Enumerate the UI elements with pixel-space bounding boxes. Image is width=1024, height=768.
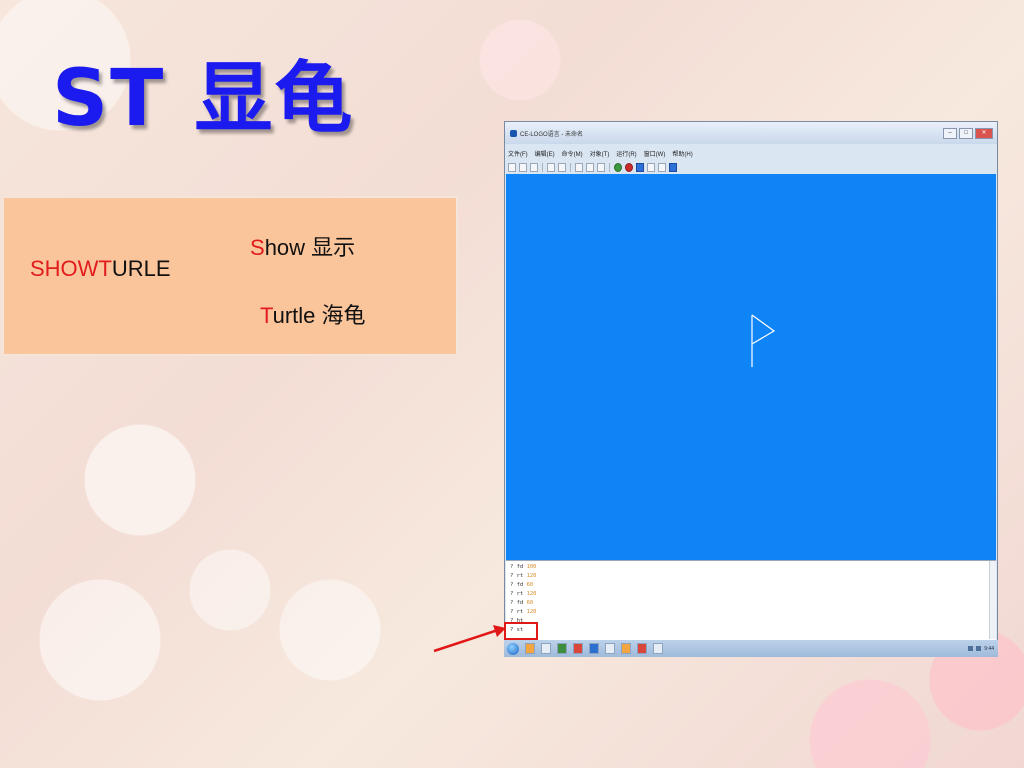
app-icon[interactable]	[541, 643, 551, 654]
command-argument: 120	[526, 591, 537, 597]
app-logo-icon	[510, 129, 517, 137]
app-icon[interactable]	[605, 643, 615, 654]
window-titlebar[interactable]: CE-LOGO语言 - 未命名 – □ ✕	[505, 122, 997, 144]
prompt-symbol: ?	[510, 600, 514, 606]
browser-icon[interactable]	[557, 643, 567, 654]
undo-icon[interactable]	[547, 162, 555, 172]
command-line: ? rt 120	[510, 609, 537, 615]
command-panel[interactable]: ? fd 100 ? rt 120 ? fd 60 ? rt 120 ? fd …	[506, 560, 996, 641]
run-icon[interactable]	[614, 162, 622, 172]
window-controls: – □ ✕	[943, 127, 993, 139]
toolbar-divider	[542, 162, 543, 172]
command-argument: 60	[526, 600, 534, 606]
explanation-box: Show 显示 SHOWTURLE Turtle 海龟	[2, 196, 458, 356]
toolbar-divider	[570, 162, 571, 172]
show-initial: S	[250, 235, 265, 260]
command-argument: 100	[526, 564, 537, 570]
menu-command[interactable]: 命令(M)	[562, 149, 583, 158]
prompt-symbol: ?	[510, 564, 514, 570]
command-name: SHOWTURLE	[30, 256, 171, 282]
toolbar-divider	[609, 162, 610, 172]
maximize-button[interactable]: □	[959, 127, 973, 139]
logo-app-window: CE-LOGO语言 - 未命名 – □ ✕ 文件(F) 编辑(E) 命令(M) …	[504, 121, 998, 657]
help-icon[interactable]	[669, 162, 677, 172]
menu-bar: 文件(F) 编辑(E) 命令(M) 对象(T) 运行(R) 窗口(W) 帮助(H…	[505, 149, 997, 158]
command-keyword: fd	[516, 582, 524, 588]
cut-icon[interactable]	[575, 162, 583, 172]
command-keyword: fd	[516, 600, 524, 606]
command-part-2: T	[98, 256, 112, 281]
command-argument: 120	[526, 609, 537, 615]
document-icon[interactable]	[589, 643, 599, 654]
powerpoint-icon[interactable]	[637, 643, 647, 654]
taskbar-clock[interactable]: 9:44	[984, 646, 994, 652]
slide-title: ST 显龟	[52, 54, 355, 144]
turtle-initial: T	[260, 303, 273, 328]
redo-icon[interactable]	[558, 162, 566, 172]
toolbar	[505, 161, 997, 173]
media-icon[interactable]	[573, 643, 583, 654]
command-part-3: URLE	[111, 256, 171, 281]
menu-file[interactable]: 文件(F)	[508, 149, 528, 158]
taskbar: 9:44	[504, 640, 998, 657]
menu-help[interactable]: 帮助(H)	[672, 149, 692, 158]
stop-icon[interactable]	[625, 162, 633, 172]
logo-app-task-icon[interactable]	[653, 643, 663, 654]
command-keyword: rt	[516, 609, 524, 615]
turtle-flag-drawing	[751, 314, 776, 367]
command-keyword: rt	[516, 573, 524, 579]
command-scrollbar[interactable]	[989, 561, 996, 639]
turtle-definition: Turtle 海龟	[260, 298, 366, 330]
command-argument: 60	[526, 582, 534, 588]
color-icon[interactable]	[647, 162, 655, 172]
close-button[interactable]: ✕	[975, 127, 993, 139]
volume-icon[interactable]	[976, 646, 982, 651]
pen-icon[interactable]	[636, 162, 644, 172]
command-keyword: fd	[516, 564, 524, 570]
show-definition: Show 显示	[250, 230, 355, 262]
window-title: CE-LOGO语言 - 未命名	[520, 131, 584, 138]
drawing-canvas[interactable]	[506, 174, 996, 560]
command-keyword: rt	[516, 591, 524, 597]
turtle-text: urtle 海龟	[272, 303, 366, 328]
menu-run[interactable]: 运行(R)	[616, 149, 636, 158]
command-line: ? rt 120	[510, 573, 537, 579]
folder-icon[interactable]	[525, 643, 535, 654]
prompt-symbol: ?	[510, 582, 514, 588]
minimize-button[interactable]: –	[943, 127, 957, 139]
pointer-arrow-icon	[433, 625, 506, 653]
prompt-symbol: ?	[510, 591, 514, 597]
command-part-1: SHOW	[30, 256, 99, 281]
command-line: ? fd 100	[510, 564, 537, 570]
chrome-icon[interactable]	[621, 643, 631, 654]
new-icon[interactable]	[508, 162, 516, 172]
command-line: ? rt 120	[510, 591, 537, 597]
menu-object[interactable]: 对象(T)	[590, 149, 610, 158]
prompt-symbol: ?	[510, 609, 514, 615]
show-text: how 显示	[264, 235, 356, 260]
save-icon[interactable]	[530, 162, 538, 172]
command-line: ? fd 60	[510, 600, 533, 606]
command-argument: 120	[526, 573, 537, 579]
system-tray: 9:44	[968, 646, 994, 652]
network-icon[interactable]	[968, 646, 974, 651]
prompt-symbol: ?	[510, 573, 514, 579]
paste-icon[interactable]	[597, 162, 605, 172]
menu-window[interactable]: 窗口(W)	[644, 149, 666, 158]
command-line: ? fd 60	[510, 582, 533, 588]
open-icon[interactable]	[519, 162, 527, 172]
grid-icon[interactable]	[658, 162, 666, 172]
copy-icon[interactable]	[586, 162, 594, 172]
menu-edit[interactable]: 编辑(E)	[535, 149, 555, 158]
